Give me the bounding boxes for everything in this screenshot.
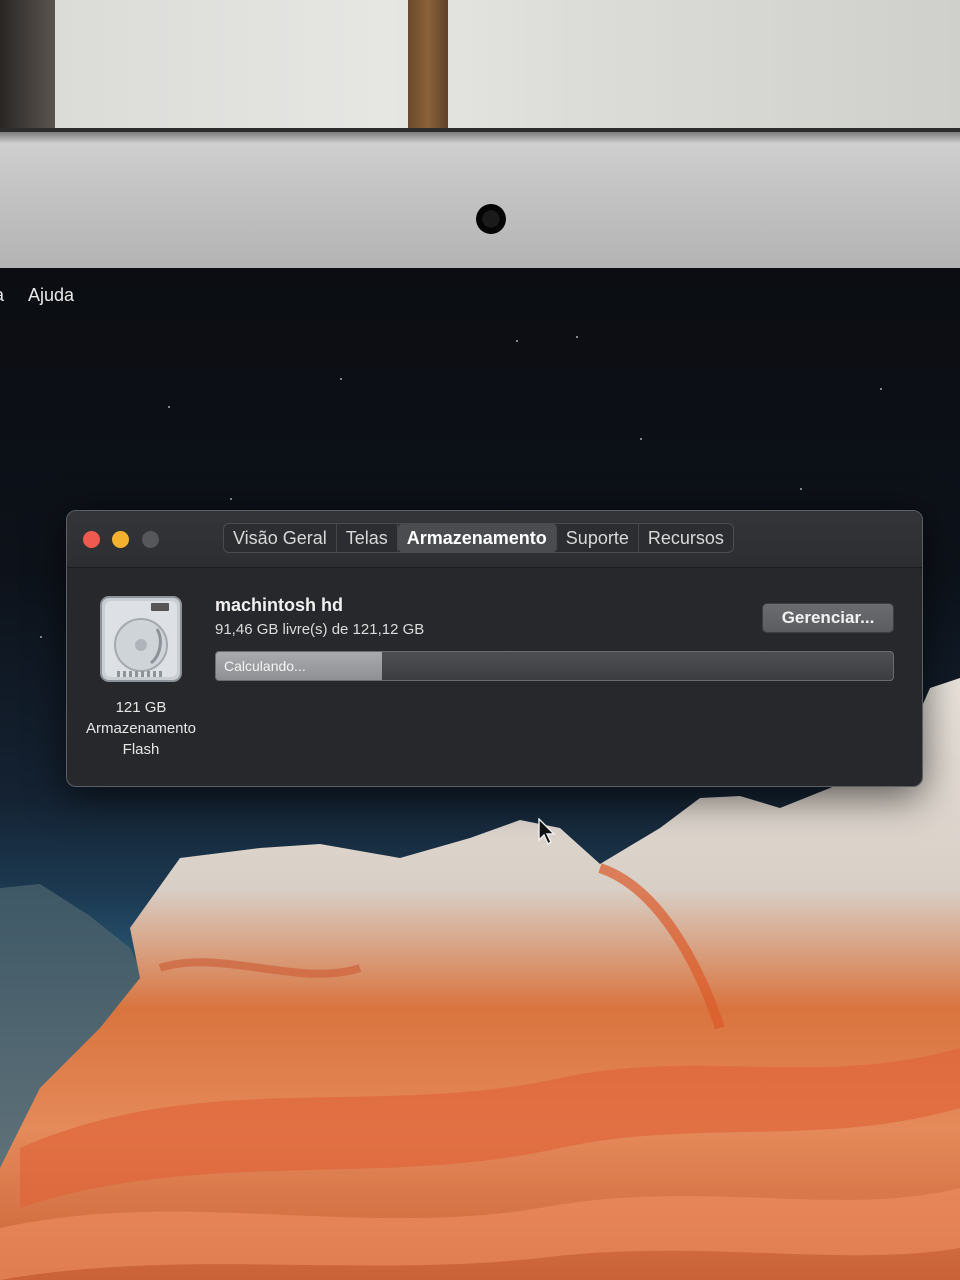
hard-drive-icon — [100, 596, 182, 682]
manage-button[interactable]: Gerenciar... — [762, 603, 894, 633]
background-door-frame — [408, 0, 448, 130]
storage-usage-bar: Calculando... — [215, 651, 894, 681]
about-this-mac-window: Visão Geral Telas Armazenamento Suporte … — [66, 510, 923, 787]
star — [40, 636, 42, 638]
desktop-screen: a Ajuda Vi — [0, 268, 960, 1280]
disk-capacity-label: 121 GB — [115, 699, 167, 716]
star — [640, 438, 642, 440]
tab-bar: Visão Geral Telas Armazenamento Suporte … — [223, 523, 734, 553]
laptop-bezel — [0, 128, 960, 274]
star — [800, 488, 802, 490]
star — [340, 378, 342, 380]
star — [516, 340, 518, 342]
background-shadow — [0, 0, 55, 140]
disk-free-space: 91,46 GB livre(s) de 121,12 GB — [215, 621, 425, 638]
minimize-button[interactable] — [112, 531, 129, 548]
window-titlebar[interactable]: Visão Geral Telas Armazenamento Suporte … — [67, 511, 922, 568]
menu-bar: a Ajuda — [0, 280, 98, 310]
background-wall — [0, 0, 960, 140]
tab-resources[interactable]: Recursos — [639, 524, 733, 552]
star — [168, 406, 170, 408]
disk-type-label: Armazenamento — [85, 720, 197, 737]
tab-overview[interactable]: Visão Geral — [224, 524, 337, 552]
disk-caption: 121 GB Armazenamento Flash — [73, 697, 209, 760]
zoom-button — [142, 531, 159, 548]
disk-type-label-2: Flash — [122, 741, 160, 758]
storage-calculating-label: Calculando... — [224, 658, 306, 674]
tab-support[interactable]: Suporte — [557, 524, 639, 552]
menu-item-window[interactable]: a — [0, 285, 4, 306]
webcam-icon — [476, 204, 506, 234]
mouse-pointer-icon — [538, 818, 556, 846]
star — [230, 498, 232, 500]
star — [576, 336, 578, 338]
disk-name: machintosh hd — [215, 595, 344, 615]
tab-displays[interactable]: Telas — [337, 524, 398, 552]
star — [880, 388, 882, 390]
tab-storage[interactable]: Armazenamento — [397, 524, 557, 552]
menu-item-help[interactable]: Ajuda — [28, 285, 74, 306]
close-button[interactable] — [83, 531, 100, 548]
